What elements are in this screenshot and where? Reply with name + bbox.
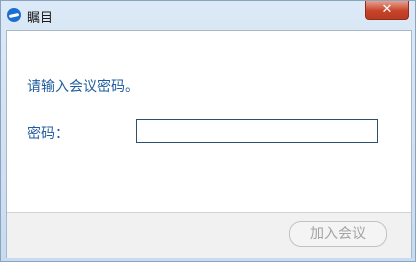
password-input[interactable] — [136, 119, 378, 143]
dialog-window: 瞩目 ✕ 请输入会议密码。 密码： 加入会议 — [0, 0, 416, 262]
dialog-body: 请输入会议密码。 密码： 加入会议 — [6, 30, 412, 258]
dialog-footer: 加入会议 — [7, 212, 411, 258]
join-meeting-button[interactable]: 加入会议 — [289, 221, 387, 247]
prompt-message: 请输入会议密码。 — [27, 79, 139, 95]
zhumu-logo-icon — [7, 8, 21, 22]
close-icon: ✕ — [381, 2, 393, 17]
title-bar[interactable]: 瞩目 ✕ — [1, 1, 415, 29]
password-label: 密码： — [27, 126, 69, 142]
close-button[interactable]: ✕ — [365, 1, 409, 20]
window-title: 瞩目 — [27, 11, 54, 26]
